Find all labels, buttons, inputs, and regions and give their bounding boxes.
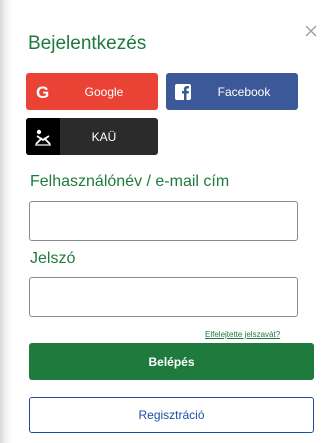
register-button[interactable]: Regisztráció xyxy=(29,397,314,433)
background-strip xyxy=(0,0,12,443)
google-login-label: Google xyxy=(84,84,124,99)
password-input[interactable] xyxy=(29,277,298,317)
username-input[interactable] xyxy=(29,201,298,241)
svg-text:G: G xyxy=(36,83,49,101)
google-login-button[interactable]: G Google xyxy=(26,73,158,110)
login-dialog: Bejelentkezés G Google Facebook KAÜ Felh… xyxy=(12,0,327,443)
username-label: Felhasználónév / e-mail cím xyxy=(30,173,230,190)
facebook-login-label: Facebook xyxy=(217,84,271,99)
kau-login-button[interactable]: KAÜ xyxy=(26,118,158,155)
password-label: Jelszó xyxy=(30,250,76,267)
forgot-password-link[interactable]: Elfelejtette jelszavát? xyxy=(205,330,280,339)
close-icon[interactable] xyxy=(303,23,319,39)
dialog-title: Bejelentkezés xyxy=(28,33,147,54)
kau-login-label: KAÜ xyxy=(91,129,117,144)
google-icon: G xyxy=(26,73,60,110)
login-button[interactable]: Belépés xyxy=(29,343,314,380)
facebook-login-button[interactable]: Facebook xyxy=(166,73,298,110)
facebook-icon xyxy=(166,73,200,110)
kau-icon xyxy=(26,118,60,155)
